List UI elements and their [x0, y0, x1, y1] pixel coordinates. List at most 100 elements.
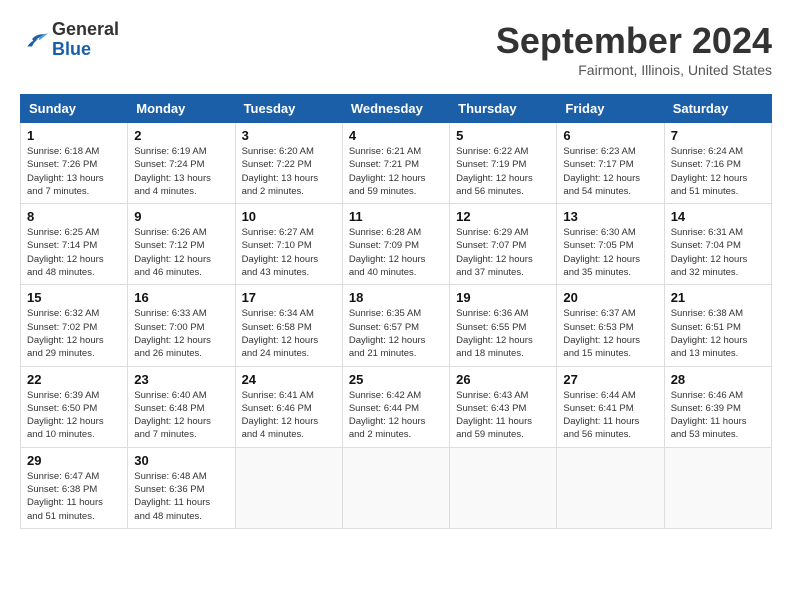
day-info: Sunrise: 6:35 AMSunset: 6:57 PMDaylight:… — [349, 307, 443, 360]
day-number: 22 — [27, 372, 121, 387]
day-number: 16 — [134, 290, 228, 305]
calendar-cell: 15Sunrise: 6:32 AMSunset: 7:02 PMDayligh… — [21, 285, 128, 366]
day-info: Sunrise: 6:43 AMSunset: 6:43 PMDaylight:… — [456, 389, 550, 442]
calendar-cell: 24 Sunrise: 6:41 AMSunset: 6:46 PMDayligh… — [235, 366, 342, 447]
calendar-cell: 26 Sunrise: 6:43 AMSunset: 6:43 PMDayligh… — [450, 366, 557, 447]
day-number: 24 — [242, 372, 336, 387]
day-number: 9 — [134, 209, 228, 224]
calendar-week-4: 22 Sunrise: 6:39 AMSunset: 6:50 PMDayligh… — [21, 366, 772, 447]
calendar-cell: 29 Sunrise: 6:47 AMSunset: 6:38 PMDayligh… — [21, 447, 128, 528]
column-header-monday: Monday — [128, 95, 235, 123]
day-number: 18 — [349, 290, 443, 305]
day-number: 17 — [242, 290, 336, 305]
calendar-cell: 18 Sunrise: 6:35 AMSunset: 6:57 PMDayligh… — [342, 285, 449, 366]
day-number: 23 — [134, 372, 228, 387]
day-number: 30 — [134, 453, 228, 468]
day-info: Sunrise: 6:18 AMSunset: 7:26 PMDaylight:… — [27, 145, 121, 198]
day-info: Sunrise: 6:20 AMSunset: 7:22 PMDaylight:… — [242, 145, 336, 198]
day-info: Sunrise: 6:44 AMSunset: 6:41 PMDaylight:… — [563, 389, 657, 442]
day-info: Sunrise: 6:24 AMSunset: 7:16 PMDaylight:… — [671, 145, 765, 198]
day-number: 14 — [671, 209, 765, 224]
day-info: Sunrise: 6:29 AMSunset: 7:07 PMDaylight:… — [456, 226, 550, 279]
calendar-cell: 22 Sunrise: 6:39 AMSunset: 6:50 PMDayligh… — [21, 366, 128, 447]
calendar-cell: 5 Sunrise: 6:22 AMSunset: 7:19 PMDaylight… — [450, 123, 557, 204]
calendar-cell: 20Sunrise: 6:37 AMSunset: 6:53 PMDayligh… — [557, 285, 664, 366]
day-number: 4 — [349, 128, 443, 143]
day-info: Sunrise: 6:39 AMSunset: 6:50 PMDaylight:… — [27, 389, 121, 442]
calendar-cell: 30Sunrise: 6:48 AMSunset: 6:36 PMDayligh… — [128, 447, 235, 528]
day-number: 26 — [456, 372, 550, 387]
calendar-header-row: SundayMondayTuesdayWednesdayThursdayFrid… — [21, 95, 772, 123]
day-number: 25 — [349, 372, 443, 387]
day-number: 19 — [456, 290, 550, 305]
day-info: Sunrise: 6:47 AMSunset: 6:38 PMDaylight:… — [27, 470, 121, 523]
calendar-cell: 27 Sunrise: 6:44 AMSunset: 6:41 PMDayligh… — [557, 366, 664, 447]
location: Fairmont, Illinois, United States — [496, 62, 772, 78]
day-number: 10 — [242, 209, 336, 224]
calendar-cell — [557, 447, 664, 528]
day-info: Sunrise: 6:21 AMSunset: 7:21 PMDaylight:… — [349, 145, 443, 198]
calendar-cell: 23 Sunrise: 6:40 AMSunset: 6:48 PMDayligh… — [128, 366, 235, 447]
day-info: Sunrise: 6:33 AMSunset: 7:00 PMDaylight:… — [134, 307, 228, 360]
day-number: 2 — [134, 128, 228, 143]
day-info: Sunrise: 6:36 AMSunset: 6:55 PMDaylight:… — [456, 307, 550, 360]
calendar-table: SundayMondayTuesdayWednesdayThursdayFrid… — [20, 94, 772, 529]
day-info: Sunrise: 6:34 AMSunset: 6:58 PMDaylight:… — [242, 307, 336, 360]
calendar-week-5: 29 Sunrise: 6:47 AMSunset: 6:38 PMDayligh… — [21, 447, 772, 528]
column-header-sunday: Sunday — [21, 95, 128, 123]
day-number: 27 — [563, 372, 657, 387]
calendar-cell: 11 Sunrise: 6:28 AMSunset: 7:09 PMDayligh… — [342, 204, 449, 285]
day-number: 5 — [456, 128, 550, 143]
column-header-thursday: Thursday — [450, 95, 557, 123]
month-title: September 2024 — [496, 20, 772, 62]
day-number: 6 — [563, 128, 657, 143]
column-header-tuesday: Tuesday — [235, 95, 342, 123]
day-info: Sunrise: 6:27 AMSunset: 7:10 PMDaylight:… — [242, 226, 336, 279]
column-header-wednesday: Wednesday — [342, 95, 449, 123]
calendar-cell: 16 Sunrise: 6:33 AMSunset: 7:00 PMDayligh… — [128, 285, 235, 366]
calendar-cell: 7 Sunrise: 6:24 AMSunset: 7:16 PMDaylight… — [664, 123, 771, 204]
calendar-cell: 9Sunrise: 6:26 AMSunset: 7:12 PMDaylight… — [128, 204, 235, 285]
calendar-cell: 25Sunrise: 6:42 AMSunset: 6:44 PMDayligh… — [342, 366, 449, 447]
calendar-cell — [342, 447, 449, 528]
logo-icon — [20, 26, 48, 54]
day-info: Sunrise: 6:41 AMSunset: 6:46 PMDaylight:… — [242, 389, 336, 442]
calendar-cell: 14 Sunrise: 6:31 AMSunset: 7:04 PMDayligh… — [664, 204, 771, 285]
calendar-cell: 3 Sunrise: 6:20 AMSunset: 7:22 PMDaylight… — [235, 123, 342, 204]
title-block: September 2024 Fairmont, Illinois, Unite… — [496, 20, 772, 78]
calendar-cell: 17 Sunrise: 6:34 AMSunset: 6:58 PMDayligh… — [235, 285, 342, 366]
day-number: 29 — [27, 453, 121, 468]
column-header-saturday: Saturday — [664, 95, 771, 123]
day-info: Sunrise: 6:19 AMSunset: 7:24 PMDaylight:… — [134, 145, 228, 198]
day-info: Sunrise: 6:31 AMSunset: 7:04 PMDaylight:… — [671, 226, 765, 279]
day-number: 7 — [671, 128, 765, 143]
day-info: Sunrise: 6:23 AMSunset: 7:17 PMDaylight:… — [563, 145, 657, 198]
day-number: 3 — [242, 128, 336, 143]
logo-text: General Blue — [52, 20, 119, 60]
logo: General Blue — [20, 20, 119, 60]
day-number: 8 — [27, 209, 121, 224]
calendar-cell: 4 Sunrise: 6:21 AMSunset: 7:21 PMDaylight… — [342, 123, 449, 204]
page-header: General Blue September 2024 Fairmont, Il… — [20, 20, 772, 78]
column-header-friday: Friday — [557, 95, 664, 123]
calendar-week-2: 8 Sunrise: 6:25 AMSunset: 7:14 PMDaylight… — [21, 204, 772, 285]
day-info: Sunrise: 6:37 AMSunset: 6:53 PMDaylight:… — [563, 307, 657, 360]
calendar-cell — [235, 447, 342, 528]
calendar-cell — [450, 447, 557, 528]
day-info: Sunrise: 6:46 AMSunset: 6:39 PMDaylight:… — [671, 389, 765, 442]
day-number: 21 — [671, 290, 765, 305]
day-info: Sunrise: 6:28 AMSunset: 7:09 PMDaylight:… — [349, 226, 443, 279]
calendar-cell: 6 Sunrise: 6:23 AMSunset: 7:17 PMDaylight… — [557, 123, 664, 204]
day-info: Sunrise: 6:22 AMSunset: 7:19 PMDaylight:… — [456, 145, 550, 198]
day-number: 13 — [563, 209, 657, 224]
day-number: 15 — [27, 290, 121, 305]
day-info: Sunrise: 6:25 AMSunset: 7:14 PMDaylight:… — [27, 226, 121, 279]
calendar-cell: 2 Sunrise: 6:19 AMSunset: 7:24 PMDaylight… — [128, 123, 235, 204]
calendar-cell: 21Sunrise: 6:38 AMSunset: 6:51 PMDayligh… — [664, 285, 771, 366]
calendar-cell: 12Sunrise: 6:29 AMSunset: 7:07 PMDayligh… — [450, 204, 557, 285]
day-number: 1 — [27, 128, 121, 143]
day-info: Sunrise: 6:40 AMSunset: 6:48 PMDaylight:… — [134, 389, 228, 442]
day-info: Sunrise: 6:30 AMSunset: 7:05 PMDaylight:… — [563, 226, 657, 279]
day-number: 11 — [349, 209, 443, 224]
calendar-cell: 19 Sunrise: 6:36 AMSunset: 6:55 PMDayligh… — [450, 285, 557, 366]
